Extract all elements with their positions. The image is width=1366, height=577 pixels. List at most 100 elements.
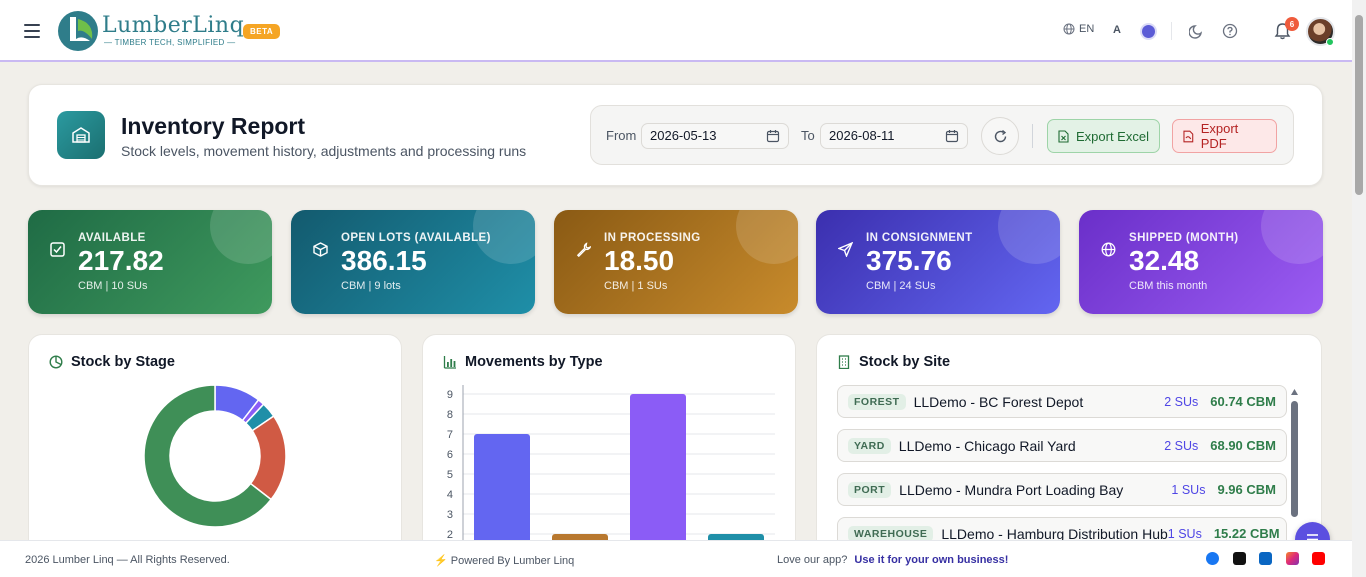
decorative-circle bbox=[210, 210, 272, 264]
to-date-value: 2026-08-11 bbox=[829, 128, 895, 143]
movements-bar-chart: 23456789 bbox=[447, 385, 775, 573]
site-row[interactable]: YARD LLDemo - Chicago Rail Yard 2 SUs 68… bbox=[837, 429, 1287, 462]
export-excel-label: Export Excel bbox=[1076, 128, 1149, 144]
y-tick-label: 5 bbox=[447, 469, 453, 481]
from-date-value: 2026-05-13 bbox=[650, 128, 717, 143]
font-size-toggle[interactable]: A bbox=[1113, 24, 1121, 36]
brand-logo[interactable]: LumberLinq — TIMBER TECH, SIMPLIFIED — bbox=[56, 9, 244, 55]
kpi-label: AVAILABLE bbox=[78, 232, 146, 244]
send-icon bbox=[838, 242, 853, 257]
report-header-card: Inventory Report Stock levels, movement … bbox=[28, 84, 1323, 186]
y-tick-label: 3 bbox=[447, 509, 453, 521]
y-tick-label: 8 bbox=[447, 409, 453, 421]
facebook-icon[interactable] bbox=[1206, 552, 1219, 565]
checkbox-icon bbox=[50, 242, 65, 257]
movements-by-type-panel: Movements by Type 23456789 bbox=[422, 334, 796, 574]
theme-color-picker[interactable] bbox=[1142, 25, 1155, 38]
refresh-button[interactable] bbox=[981, 117, 1019, 155]
site-row[interactable]: PORT LLDemo - Mundra Port Loading Bay 1 … bbox=[837, 473, 1287, 506]
kpi-subtext: CBM | 1 SUs bbox=[604, 280, 668, 292]
site-cbm: 15.22 CBM bbox=[1213, 526, 1280, 541]
beta-badge: BETA bbox=[243, 24, 281, 39]
kpi-card-open-lots: OPEN LOTS (AVAILABLE) 386.15 CBM | 9 lot… bbox=[291, 210, 535, 314]
kpi-subtext: CBM | 24 SUs bbox=[866, 280, 936, 292]
love-app-text: Love our app? Use it for your own busine… bbox=[777, 554, 1008, 566]
menu-icon[interactable] bbox=[24, 24, 40, 38]
decorative-circle bbox=[736, 210, 798, 264]
building-icon bbox=[838, 355, 850, 369]
kpi-value: 18.50 bbox=[604, 245, 675, 276]
stock-by-stage-panel: Stock by Stage bbox=[28, 334, 402, 574]
kpi-card-shipped: SHIPPED (MONTH) 32.48 CBM this month bbox=[1079, 210, 1323, 314]
x-twitter-icon[interactable] bbox=[1233, 552, 1246, 565]
y-tick-label: 4 bbox=[447, 489, 453, 501]
kpi-label: IN PROCESSING bbox=[604, 232, 701, 244]
scroll-up-icon[interactable] bbox=[1290, 388, 1299, 396]
export-excel-button[interactable]: Export Excel bbox=[1047, 119, 1160, 153]
kpi-subtext: CBM this month bbox=[1129, 280, 1208, 292]
site-units: 2 SUs bbox=[1164, 438, 1199, 453]
help-icon[interactable] bbox=[1222, 23, 1238, 39]
page-subtitle: Stock levels, movement history, adjustme… bbox=[121, 143, 527, 159]
footer: 2026 Lumber Linq — All Rights Reserved. … bbox=[0, 540, 1352, 577]
page-scrollbar[interactable] bbox=[1352, 0, 1366, 577]
site-units: 2 SUs bbox=[1164, 394, 1199, 409]
site-type-tag: PORT bbox=[848, 481, 892, 498]
site-cbm: 9.96 CBM bbox=[1217, 482, 1276, 497]
globe-icon bbox=[1101, 242, 1116, 257]
export-pdf-button[interactable]: Export PDF bbox=[1172, 119, 1277, 153]
moon-icon[interactable] bbox=[1189, 23, 1205, 39]
site-type-tag: YARD bbox=[848, 437, 891, 454]
kpi-subtext: CBM | 9 lots bbox=[341, 280, 401, 292]
brand-tagline: — TIMBER TECH, SIMPLIFIED — bbox=[104, 38, 236, 47]
kpi-label: SHIPPED (MONTH) bbox=[1129, 232, 1239, 244]
online-status-indicator bbox=[1326, 38, 1334, 46]
kpi-value: 375.76 bbox=[866, 245, 952, 276]
page-scrollbar-thumb[interactable] bbox=[1355, 15, 1363, 195]
stage-donut-chart bbox=[143, 384, 287, 528]
instagram-icon[interactable] bbox=[1286, 552, 1299, 565]
from-date-input[interactable]: 2026-05-13 bbox=[641, 123, 789, 149]
kpi-card-in-processing: IN PROCESSING 18.50 CBM | 1 SUs bbox=[554, 210, 798, 314]
wrench-icon bbox=[576, 242, 591, 257]
y-tick-label: 6 bbox=[447, 449, 453, 461]
notification-count-badge: 6 bbox=[1285, 17, 1299, 31]
site-name: LLDemo - Mundra Port Loading Bay bbox=[899, 481, 1124, 498]
powered-by: ⚡ Powered By Lumber Linq bbox=[434, 554, 574, 567]
calendar-icon[interactable] bbox=[766, 129, 780, 143]
export-pdf-label: Export PDF bbox=[1200, 121, 1239, 151]
language-selector[interactable]: EN bbox=[1063, 23, 1094, 35]
decorative-circle bbox=[998, 210, 1060, 264]
site-name: LLDemo - BC Forest Depot bbox=[913, 393, 1084, 410]
refresh-icon bbox=[994, 129, 1006, 142]
kpi-label: IN CONSIGNMENT bbox=[866, 232, 973, 244]
lightning-icon: ⚡ bbox=[434, 555, 448, 567]
youtube-icon[interactable] bbox=[1312, 552, 1325, 565]
box-icon bbox=[313, 242, 328, 257]
kpi-subtext: CBM | 10 SUs bbox=[78, 280, 148, 292]
decorative-circle bbox=[1261, 210, 1323, 264]
date-filter-bar: From 2026-05-13 To 2026-08-11 Export Exc… bbox=[590, 105, 1294, 165]
site-type-tag: FOREST bbox=[848, 393, 906, 410]
pdf-file-icon bbox=[1183, 130, 1194, 142]
to-label: To bbox=[801, 128, 815, 143]
powered-by-text: Powered By Lumber Linq bbox=[450, 555, 575, 567]
warehouse-icon bbox=[57, 111, 105, 159]
use-it-link[interactable]: Use it for your own business! bbox=[854, 554, 1008, 566]
site-cbm: 60.74 CBM bbox=[1210, 394, 1276, 409]
excel-file-icon bbox=[1058, 129, 1069, 143]
linkedin-icon[interactable] bbox=[1259, 552, 1272, 565]
header-divider bbox=[1171, 22, 1172, 40]
copyright-text: 2026 Lumber Linq — All Rights Reserved. bbox=[25, 554, 230, 566]
site-row[interactable]: FOREST LLDemo - BC Forest Depot 2 SUs 60… bbox=[837, 385, 1287, 418]
filter-divider bbox=[1032, 124, 1033, 148]
brand-name: LumberLinq bbox=[102, 13, 245, 38]
kpi-value: 32.48 bbox=[1129, 245, 1200, 276]
calendar-icon[interactable] bbox=[945, 129, 959, 143]
site-units: 1 SUs bbox=[1171, 482, 1206, 497]
kpi-value: 217.82 bbox=[78, 245, 164, 276]
site-list-scrollbar[interactable] bbox=[1291, 401, 1298, 517]
y-tick-label: 7 bbox=[447, 429, 453, 441]
y-tick-label: 9 bbox=[447, 389, 453, 401]
to-date-input[interactable]: 2026-08-11 bbox=[820, 123, 968, 149]
